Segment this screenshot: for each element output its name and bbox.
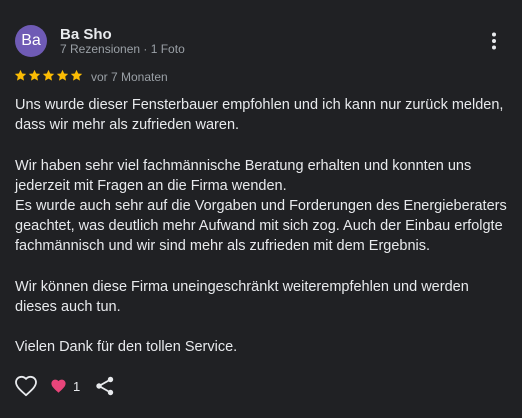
author-name[interactable]: Ba Sho [60, 26, 112, 43]
like-button[interactable] [14, 375, 38, 397]
review-paragraph: Uns wurde dieser Fensterbauer empfohlen … [15, 97, 504, 134]
heart-outline-icon [15, 375, 37, 397]
author-meta: 7 Rezensionen · 1 Foto [60, 42, 185, 56]
review-paragraph: Wir können diese Firma uneingeschränkt w… [15, 278, 469, 315]
star-rating [14, 67, 83, 83]
star-icon [70, 69, 83, 81]
review-date: vor 7 Monaten [91, 70, 168, 84]
star-icon [42, 69, 55, 81]
review-paragraph: Vielen Dank für den tollen Service. [15, 339, 238, 356]
star-icon [14, 69, 27, 81]
more-options-button[interactable] [482, 29, 506, 53]
star-icon [28, 69, 41, 81]
more-vert-icon [492, 32, 496, 50]
share-icon [96, 376, 114, 396]
reactions-summary[interactable]: 1 [50, 377, 80, 395]
heart-icon [51, 379, 66, 393]
review-paragraph: Wir haben sehr viel fachmännische Beratu… [15, 157, 507, 255]
review-card: Ba Ba Sho 7 Rezensionen · 1 Foto vor 7 M… [0, 0, 522, 418]
star-icon [56, 69, 69, 81]
reaction-count: 1 [73, 378, 81, 394]
share-button[interactable] [94, 375, 116, 397]
review-text: Uns wurde dieser Fensterbauer empfohlen … [15, 95, 510, 358]
avatar[interactable]: Ba [15, 25, 47, 57]
